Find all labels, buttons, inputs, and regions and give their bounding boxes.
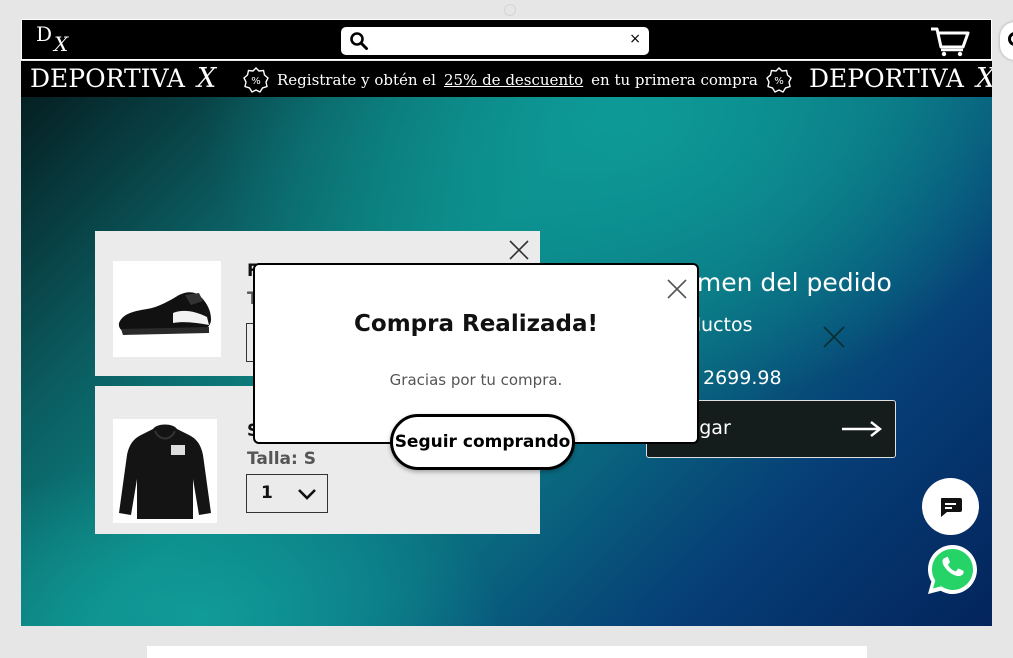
close-icon[interactable] [822,325,846,349]
logo[interactable]: D X [34,22,84,58]
brand-logo-left: DEPORTIVA X [30,63,216,94]
search-icon[interactable] [349,31,369,51]
search-input[interactable] [375,30,615,52]
top-navbar: D X × [21,19,992,60]
remove-item-icon[interactable] [508,239,530,261]
brand-name: DEPORTIVA [809,64,964,93]
ring-icon [1008,32,1013,46]
modal-title: Compra Realizada! [354,311,598,337]
side-accessibility-tab[interactable] [1000,22,1013,60]
product-size: Talla: S [247,449,316,469]
brand-mark: X [196,63,217,94]
promo-banner: DEPORTIVA X % Registrate y obtén el 25% d… [21,61,992,97]
brand-name: DEPORTIVA [30,64,185,93]
logo-letter-x: X [54,32,69,56]
chat-button[interactable] [922,478,979,535]
order-summary-total: 2699.98 [703,367,782,389]
hoodie-image [119,424,211,519]
svg-text:%: % [251,76,261,87]
quantity-value: 1 [261,483,273,503]
chat-icon [941,498,962,517]
promo-text-before: Registrate y obtén el [277,71,436,89]
cart-icon[interactable] [929,25,971,57]
promo-message: % Registrate y obtén el 25% de descuento… [243,67,792,93]
percent-badge-icon: % [243,67,269,93]
chevron-down-icon [298,489,316,500]
clear-search-icon[interactable]: × [629,31,641,47]
product-image-hoodie [113,419,217,523]
continue-shopping-button[interactable]: Seguir comprando [390,414,575,470]
logo-letter-d: D [36,22,53,46]
svg-text:%: % [774,76,784,87]
product-image-football-boot [113,261,221,357]
brand-mark: X [976,63,992,94]
football-boot-image [118,292,211,335]
promo-text-after: en tu primera compra [591,71,758,89]
order-summary-title: umen del pedido [681,268,892,297]
camera-dot [504,4,516,16]
modal-message: Gracias por tu compra. [389,371,563,389]
brand-logo-right: DEPORTIVA X [809,63,992,94]
whatsapp-icon[interactable] [926,543,979,596]
search-bar: × [341,27,649,55]
close-icon[interactable] [666,278,688,300]
quantity-select[interactable]: 1 [246,474,328,513]
bottom-strip [147,646,867,658]
arrow-right-icon [842,421,882,437]
discount-link[interactable]: 25% de descuento [444,71,583,89]
percent-badge-icon: % [765,67,792,93]
